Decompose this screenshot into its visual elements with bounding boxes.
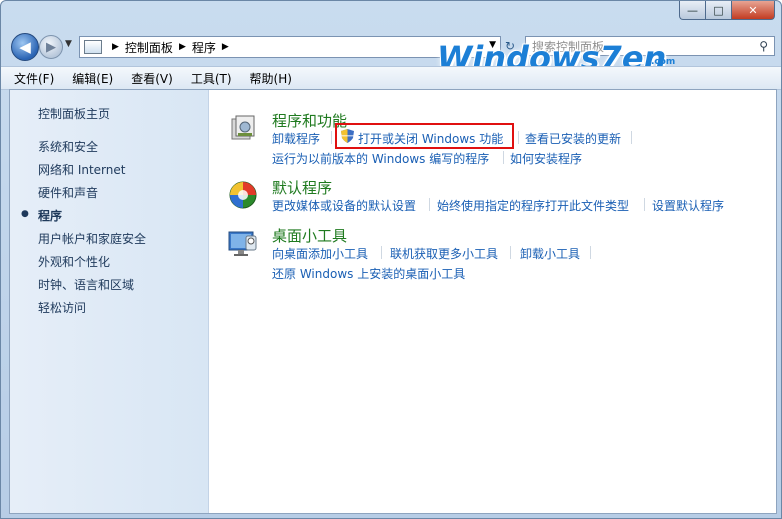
sidebar-item-clock-language[interactable]: 时钟、语言和区域 (38, 276, 134, 293)
link-uninstall-program[interactable]: 卸载程序 (272, 130, 320, 147)
close-button[interactable]: ✕ (731, 1, 775, 20)
caption-buttons: — □ ✕ (679, 1, 775, 20)
recent-pages-dropdown[interactable]: ▼ (65, 39, 72, 49)
menu-view[interactable]: 查看(V) (128, 69, 176, 88)
menu-edit[interactable]: 编辑(E) (69, 69, 116, 88)
link-turn-windows-features[interactable]: 打开或关闭 Windows 功能 (358, 130, 503, 147)
link-separator (644, 198, 645, 211)
sidebar-item-user-accounts[interactable]: 用户帐户和家庭安全 (38, 230, 146, 247)
selected-bullet-icon: ● (21, 209, 29, 219)
link-add-gadgets[interactable]: 向桌面添加小工具 (272, 245, 368, 262)
sidebar-item-network-internet[interactable]: 网络和 Internet (38, 161, 125, 178)
section-title-default-programs[interactable]: 默认程序 (272, 177, 332, 198)
link-separator (590, 246, 591, 259)
minimize-button[interactable]: — (679, 1, 705, 20)
desktop-gadgets-icon[interactable] (228, 228, 258, 258)
sidebar-item-ease-of-access[interactable]: 轻松访问 (38, 299, 86, 316)
link-uninstall-gadget[interactable]: 卸载小工具 (520, 245, 580, 262)
back-arrow-icon: ◀ (19, 38, 31, 56)
programs-features-icon[interactable] (228, 113, 258, 143)
breadcrumb-control-panel[interactable]: 控制面板 (125, 39, 173, 56)
search-icon[interactable]: ⚲ (759, 39, 768, 53)
sidebar-item-appearance[interactable]: 外观和个性化 (38, 253, 110, 270)
sidebar-item-control-panel-home[interactable]: 控制面板主页 (38, 105, 110, 122)
section-title-desktop-gadgets[interactable]: 桌面小工具 (272, 225, 347, 246)
sidebar-item-hardware-sound[interactable]: 硬件和声音 (38, 184, 98, 201)
link-get-more-gadgets[interactable]: 联机获取更多小工具 (390, 245, 498, 262)
title-bar[interactable]: — □ ✕ (1, 1, 781, 31)
breadcrumb-programs[interactable]: 程序 (192, 39, 216, 56)
back-button[interactable]: ◀ (11, 33, 39, 61)
link-separator (429, 198, 430, 211)
default-programs-icon[interactable] (228, 180, 258, 210)
link-view-installed-updates[interactable]: 查看已安装的更新 (525, 130, 621, 147)
sidebar-item-system-security[interactable]: 系统和安全 (38, 138, 98, 155)
link-separator (331, 131, 332, 144)
link-run-old-programs[interactable]: 运行为以前版本的 Windows 编写的程序 (272, 150, 489, 167)
link-how-to-install[interactable]: 如何安装程序 (510, 150, 582, 167)
chevron-right-icon[interactable]: ▶ (112, 42, 119, 52)
menu-tools[interactable]: 工具(T) (188, 69, 235, 88)
menu-bar: 文件(F) 编辑(E) 查看(V) 工具(T) 帮助(H) (1, 66, 781, 90)
main-content: 控制面板主页 系统和安全 网络和 Internet 硬件和声音 ● 程序 用户帐… (9, 89, 777, 514)
chevron-right-icon[interactable]: ▶ (222, 42, 229, 52)
menu-file[interactable]: 文件(F) (11, 69, 57, 88)
link-separator (631, 131, 632, 144)
control-panel-icon (84, 40, 102, 54)
forward-button[interactable]: ▶ (39, 35, 63, 59)
link-separator (503, 151, 504, 164)
sidebar-item-programs[interactable]: 程序 (38, 207, 62, 224)
link-set-default-programs[interactable]: 设置默认程序 (652, 197, 724, 214)
forward-arrow-icon: ▶ (46, 39, 56, 55)
link-restore-gadgets[interactable]: 还原 Windows 上安装的桌面小工具 (272, 265, 465, 282)
link-separator (518, 131, 519, 144)
chevron-right-icon[interactable]: ▶ (179, 42, 186, 52)
sidebar: 控制面板主页 系统和安全 网络和 Internet 硬件和声音 ● 程序 用户帐… (10, 90, 209, 513)
explorer-window: — □ ✕ ◀ ▶ ▼ ▶ 控制面板 ▶ 程序 ▶ ▼ ↻ 搜索控制面板 ⚲ W… (0, 0, 782, 519)
link-separator (510, 246, 511, 259)
link-separator (381, 246, 382, 259)
link-always-use-program[interactable]: 始终使用指定的程序打开此文件类型 (437, 197, 629, 214)
menu-help[interactable]: 帮助(H) (247, 69, 295, 88)
link-change-media-defaults[interactable]: 更改媒体或设备的默认设置 (272, 197, 416, 214)
maximize-button[interactable]: □ (705, 1, 731, 20)
uac-shield-icon (341, 129, 354, 143)
